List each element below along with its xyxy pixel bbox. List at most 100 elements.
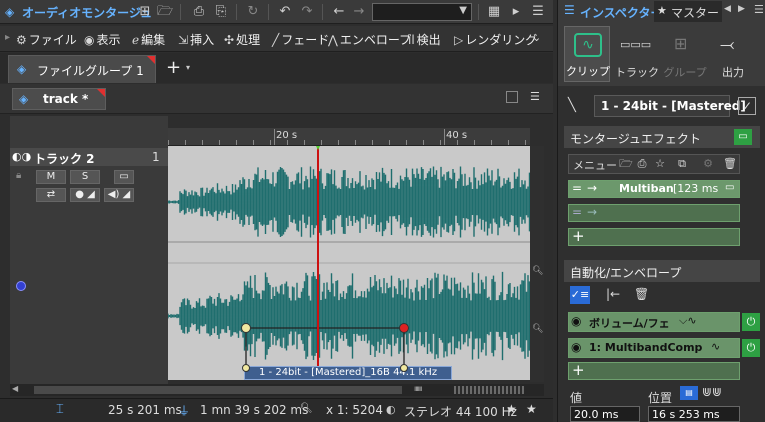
square-icon[interactable] <box>506 91 518 103</box>
zoom-bar[interactable] <box>454 386 524 394</box>
save-icon[interactable]: ⎙ <box>635 157 649 171</box>
history-icon[interactable]: ↻ <box>244 3 262 21</box>
lock-icon[interactable]: 🔒︎ <box>16 170 21 181</box>
menu-edit[interactable]: ℯ 編集 <box>132 31 165 48</box>
star-icon[interactable]: ★ <box>526 402 537 416</box>
save-as-icon[interactable]: ⎘ <box>212 3 230 21</box>
group-mode-button[interactable]: ⊞ グループ <box>662 26 708 82</box>
history-dropdown[interactable]: ▼ <box>372 3 472 21</box>
time-ruler[interactable]: 20 s 40 s <box>168 128 530 146</box>
automation-header[interactable]: 自動化/エンベロープ <box>564 260 760 282</box>
menu-insert[interactable]: ⇲ 挿入 <box>178 31 214 48</box>
track-mode-button[interactable]: ▭▭▭ トラック <box>614 26 660 82</box>
channels-icon[interactable]: ◐ <box>386 403 396 416</box>
fade-point[interactable] <box>400 364 408 372</box>
clip-button[interactable]: ▭ <box>114 170 134 184</box>
add-envelope-row[interactable]: + <box>568 361 740 380</box>
zoom-out-icon[interactable]: 🔍︎ <box>532 324 543 334</box>
menu-file[interactable]: ⚙ ファイル <box>16 31 77 48</box>
fade-point[interactable] <box>242 364 250 372</box>
zoom-icon[interactable]: 🔍︎ <box>300 403 313 414</box>
menu-render[interactable]: ▷ レンダリング <box>454 31 537 48</box>
menu-icon[interactable]: ☰ <box>754 3 764 16</box>
ruler-icon[interactable]: ▤ <box>680 386 698 400</box>
menu-detect[interactable]: ıl 検出 <box>408 31 441 48</box>
new-icon[interactable]: ⊞ <box>136 3 154 21</box>
check-icon[interactable]: ✓ <box>738 97 756 115</box>
record-button[interactable]: ● ◢ <box>70 188 100 202</box>
tab-master[interactable]: ★ マスター <box>654 1 722 22</box>
volume-button[interactable]: ◀) ◢ <box>104 188 134 202</box>
output-mode-button[interactable]: ⤙ 出力 <box>710 26 756 82</box>
zoom-slider-icon[interactable]: ıııııı <box>414 384 422 393</box>
position-input[interactable]: 16 s 253 ms <box>648 406 740 422</box>
scroll-right-icon[interactable]: ▶ <box>738 4 745 14</box>
cursor-position-icon[interactable]: ⌶ <box>56 402 64 417</box>
power-button[interactable]: ⏻ <box>742 313 760 331</box>
clip-mode-button[interactable]: ∿ クリップ <box>564 26 610 82</box>
add-tab-button[interactable]: + <box>166 57 181 78</box>
chevron-down-icon[interactable]: ▾ <box>186 63 190 72</box>
inspector-title[interactable]: インスペクター <box>580 4 662 21</box>
bypass-icon[interactable]: ⚙ <box>701 157 715 171</box>
mute-button[interactable]: M <box>36 170 66 184</box>
star-icon[interactable]: ☆ <box>653 157 667 171</box>
menu-icon[interactable]: ☰ <box>530 90 540 103</box>
montage-effects-header[interactable]: モンタージュエフェクト ▭ <box>564 126 760 148</box>
track-name-row[interactable]: ◐◑ トラック 2 1 <box>10 148 168 166</box>
solo-button[interactable]: S <box>70 170 100 184</box>
effects-menu-button[interactable]: メニュー <box>573 157 617 173</box>
scroll-left-icon[interactable]: ◀ <box>724 4 731 14</box>
curve-icon[interactable]: ⌵∿ <box>679 314 697 328</box>
trash-icon[interactable]: 🗑 <box>634 287 649 301</box>
inspector-menu-icon[interactable]: ☰ <box>564 3 575 17</box>
open-folder-icon[interactable]: 🗁 <box>156 3 174 21</box>
menu-process[interactable]: ✣ 処理 <box>224 31 260 48</box>
back-arrow-icon[interactable]: ← <box>330 3 348 21</box>
forward-arrow-icon[interactable]: → <box>350 3 368 21</box>
menu-view[interactable]: ◉ 表示 <box>84 31 121 48</box>
horizontal-scrollbar[interactable]: ◀ ıııııı <box>10 384 544 396</box>
scroll-thumb[interactable] <box>34 386 402 394</box>
zoom-in-icon[interactable]: 🔍︎ <box>532 266 543 276</box>
waveform-icon[interactable]: ⋓⋓ <box>702 385 722 399</box>
play-icon[interactable]: ▸ <box>507 3 525 21</box>
menu-envelope[interactable]: ⋀ エンベロープ <box>328 31 411 48</box>
eye-icon[interactable]: ◉ <box>571 340 581 354</box>
chevron-down-icon[interactable]: ⌄ <box>532 31 541 44</box>
save-icon[interactable]: ⎙ <box>190 3 208 21</box>
window-icon[interactable]: ▭ <box>725 182 734 193</box>
undo-icon[interactable]: ↶ <box>276 3 294 21</box>
menu-icon[interactable]: ☰ <box>529 3 547 21</box>
length-icon[interactable]: ⏚ <box>178 402 190 419</box>
clip-title-bar[interactable]: 1 - 24bit - [Mastered]_16B 44.1 kHz <box>244 366 452 380</box>
star-icon[interactable]: ★ <box>506 402 517 416</box>
open-folder-icon[interactable]: 🗁 <box>619 157 633 171</box>
envelope-volume-row[interactable]: ◉ ボリューム/フェ ⌵∿ <box>568 312 740 332</box>
menu-fade[interactable]: ╱ フェード <box>272 31 329 48</box>
add-effect-button[interactable]: ▭ <box>734 129 752 145</box>
redo-icon[interactable]: ↷ <box>298 3 316 21</box>
plugin-icon[interactable]: ⧉ <box>675 157 689 171</box>
value-input[interactable]: 20.0 ms <box>570 406 640 422</box>
curve-icon[interactable]: ∿ <box>711 340 720 353</box>
reset-icon[interactable]: |← <box>606 287 620 301</box>
add-effect-row[interactable]: + <box>568 227 740 246</box>
tab-file-group[interactable]: ◈ ファイルグループ 1 <box>8 55 156 83</box>
eye-icon[interactable]: ◉ <box>571 314 581 328</box>
effect-slot-1[interactable]: = → Multiban [123 ms ▭ <box>568 180 740 198</box>
effect-slot-2[interactable]: = → <box>568 204 740 222</box>
trash-icon[interactable]: 🗑 <box>723 157 737 171</box>
track-color-dot[interactable] <box>16 281 26 291</box>
grid-icon[interactable]: ▦ <box>485 3 503 21</box>
scroll-left-icon[interactable]: ◀ <box>12 384 18 393</box>
routing-button[interactable]: ⇄ <box>36 188 66 202</box>
vertical-scrollbar[interactable]: 🔍︎ 🔍︎ <box>530 146 544 382</box>
pencil-icon[interactable]: ╲ <box>568 98 576 113</box>
tab-track[interactable]: ◈ track * <box>12 88 106 110</box>
envelope-list-icon[interactable]: ✓≡ <box>570 286 590 304</box>
clip-selector[interactable]: 1 - 24bit - [Mastered] <box>594 95 746 117</box>
power-button[interactable]: ⏻ <box>742 339 760 357</box>
envelope-plugin-row[interactable]: ◉ 1: MultibandComp ∿ <box>568 338 740 358</box>
waveform-canvas[interactable]: 1 - 24bit - [Mastered]_16B 44.1 kHz <box>168 146 530 380</box>
